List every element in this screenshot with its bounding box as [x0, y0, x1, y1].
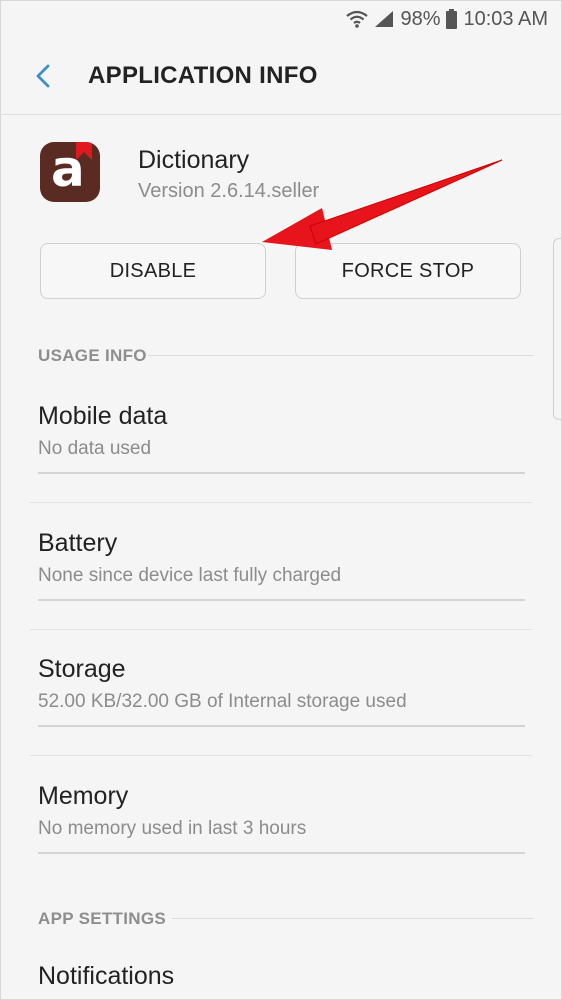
- app-icon: a: [40, 142, 100, 202]
- app-bar: APPLICATION INFO: [0, 38, 562, 115]
- bookmark-ribbon-icon: [76, 142, 92, 160]
- status-bar: 98% 10:03 AM: [0, 0, 562, 38]
- divider: [30, 629, 532, 630]
- back-button[interactable]: [28, 58, 60, 94]
- item-underline: [38, 599, 525, 601]
- page-title: APPLICATION INFO: [88, 62, 318, 89]
- list-item-subtitle: No memory used in last 3 hours: [38, 818, 307, 839]
- list-item-battery[interactable]: Battery None since device last fully cha…: [0, 505, 562, 631]
- disable-button[interactable]: DISABLE: [40, 243, 266, 299]
- list-item-notifications[interactable]: Notifications: [38, 962, 174, 991]
- section-divider: [148, 355, 534, 356]
- item-underline: [38, 725, 525, 727]
- item-underline: [38, 472, 525, 474]
- status-time: 10:03 AM: [463, 7, 548, 30]
- list-item-subtitle: 52.00 KB/32.00 GB of Internal storage us…: [38, 691, 407, 712]
- battery-icon: [446, 9, 458, 29]
- list-item-storage[interactable]: Storage 52.00 KB/32.00 GB of Internal st…: [0, 631, 562, 757]
- chevron-left-icon: [36, 64, 50, 88]
- wifi-icon: [346, 10, 369, 28]
- section-divider: [172, 918, 534, 919]
- list-item-memory[interactable]: Memory No memory used in last 3 hours: [0, 758, 562, 884]
- annotation-arrow-icon: [262, 159, 503, 250]
- list-item-title: Battery: [38, 529, 118, 557]
- section-header-app-settings: APP SETTINGS: [38, 909, 166, 928]
- app-name: Dictionary: [138, 146, 250, 174]
- section-header-usage-info: USAGE INFO: [38, 346, 147, 365]
- item-underline: [38, 852, 525, 854]
- divider: [30, 755, 532, 756]
- list-item-mobile-data[interactable]: Mobile data No data used: [0, 378, 562, 504]
- battery-percent: 98%: [400, 7, 441, 30]
- list-item-title: Storage: [38, 655, 126, 683]
- list-item-title: Memory: [38, 782, 129, 810]
- list-item-title: Mobile data: [38, 402, 168, 430]
- list-item-subtitle: No data used: [38, 438, 152, 459]
- signal-icon: [374, 10, 394, 28]
- divider: [30, 502, 532, 503]
- list-item-subtitle: None since device last fully charged: [38, 565, 342, 586]
